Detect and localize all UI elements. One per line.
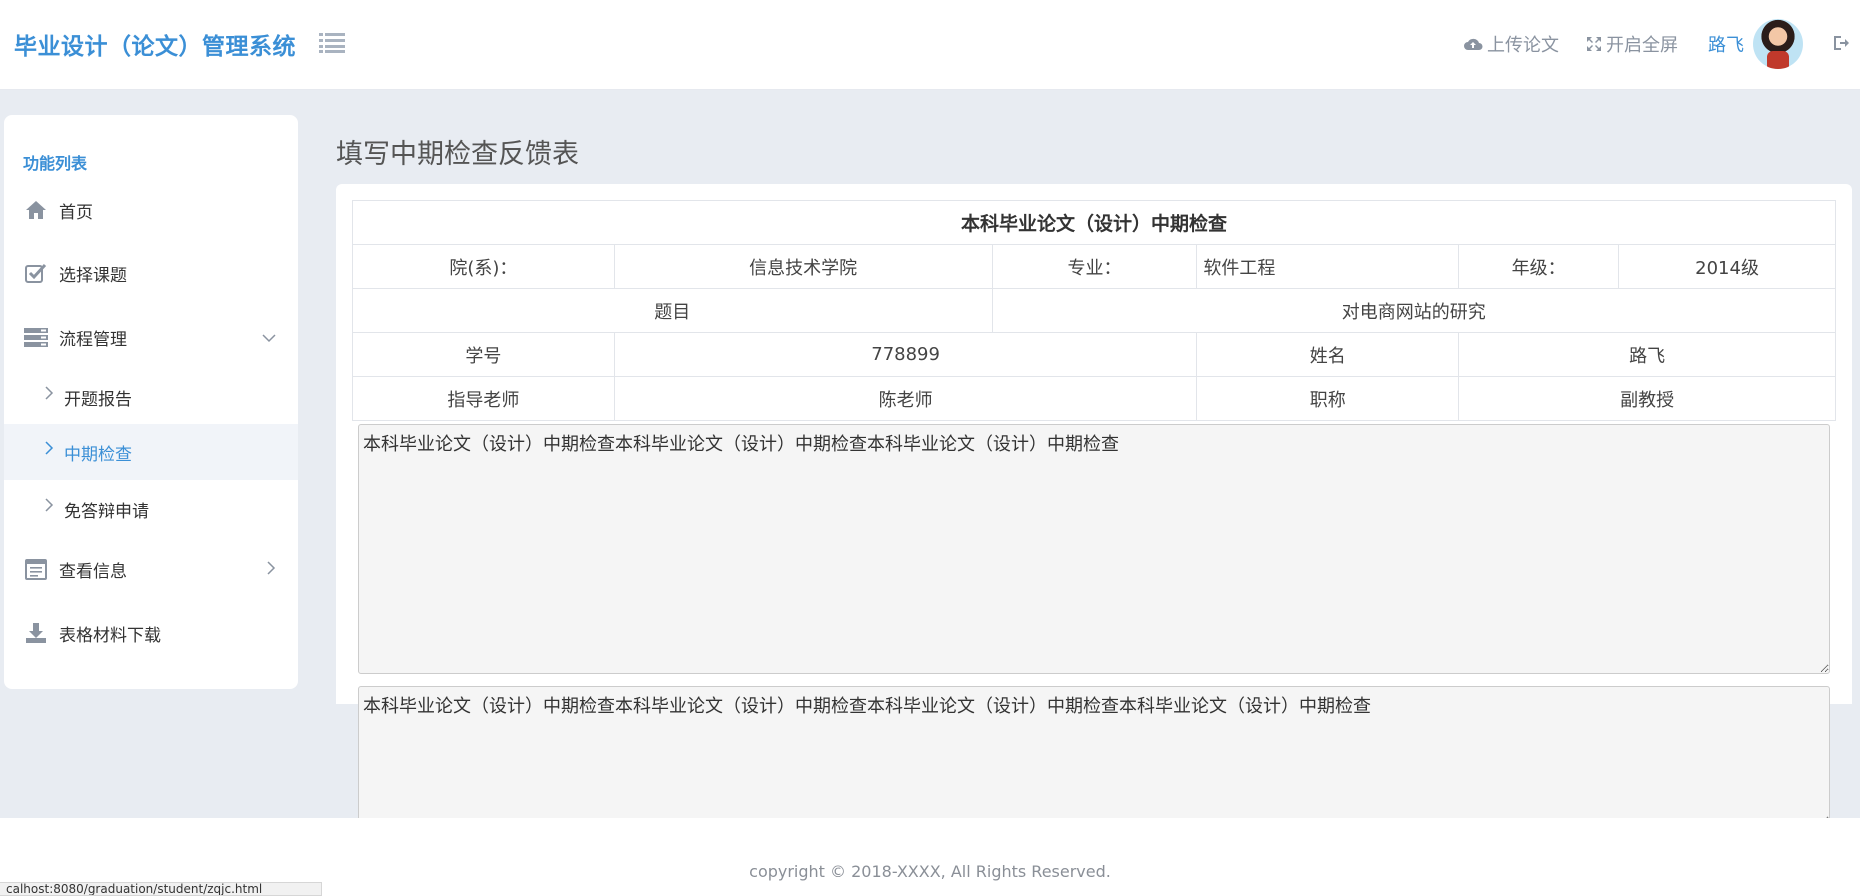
sidebar-item-label: 首页 <box>59 202 93 223</box>
grade-label: 年级： <box>1458 244 1620 289</box>
sidebar-subitem-midterm-check[interactable]: 中期检查 <box>4 424 298 480</box>
topic-label: 题目 <box>352 288 993 333</box>
sidebar-subitem-proposal-report[interactable]: 开题报告 <box>4 369 298 425</box>
advisor-label: 指导老师 <box>352 376 615 421</box>
student-id-value: 778899 <box>613 332 1198 377</box>
sidebar-toggle-list-icon[interactable] <box>319 31 345 53</box>
midterm-check-table: 本科毕业论文（设计）中期检查 院(系)： 信息技术学院 专业： 软件工程 年级：… <box>352 200 1837 421</box>
copyright-text: copyright © 2018-XXXX, All Rights Reserv… <box>749 862 1111 881</box>
name-value: 路飞 <box>1458 332 1836 377</box>
major-label: 专业： <box>991 244 1198 289</box>
table-caption: 本科毕业论文（设计）中期检查 <box>352 200 1836 245</box>
fullscreen-label: 开启全屏 <box>1606 35 1678 56</box>
logout-icon[interactable] <box>1832 34 1850 56</box>
sidebar-subitem-label: 免答辩申请 <box>64 502 149 522</box>
name-label: 姓名 <box>1196 332 1460 377</box>
chevron-right-icon <box>44 439 54 460</box>
prof-title-value: 副教授 <box>1458 376 1836 421</box>
home-icon <box>24 199 48 221</box>
sidebar-subitem-defense-exemption[interactable]: 免答辩申请 <box>4 481 298 537</box>
fullscreen-button[interactable]: 开启全屏 <box>1586 31 1678 57</box>
chevron-right-icon <box>266 560 276 579</box>
chevron-down-icon <box>262 328 276 347</box>
checkbox-checked-icon <box>24 262 48 284</box>
upload-thesis-button[interactable]: 上传论文 <box>1463 31 1559 57</box>
topic-value: 对电商网站的研究 <box>991 288 1837 333</box>
user-name[interactable]: 路飞 <box>1708 31 1744 57</box>
chevron-right-icon <box>44 496 54 517</box>
sidebar-item-label: 流程管理 <box>59 329 127 350</box>
cloud-upload-icon <box>1464 38 1483 50</box>
sidebar-item-home[interactable]: 首页 <box>4 182 298 238</box>
midterm-feedback-textarea-2[interactable]: 本科毕业论文（设计）中期检查本科毕业论文（设计）中期检查本科毕业论文（设计）中期… <box>358 686 1830 826</box>
server-icon <box>24 326 48 348</box>
advisor-value: 陈老师 <box>613 376 1198 421</box>
dept-value: 信息技术学院 <box>613 244 993 289</box>
sidebar-item-select-topic[interactable]: 选择课题 <box>4 245 298 301</box>
major-value: 软件工程 <box>1196 244 1460 289</box>
form-panel: 本科毕业论文（设计）中期检查 院(系)： 信息技术学院 专业： 软件工程 年级：… <box>336 184 1852 826</box>
sidebar-item-forms-download[interactable]: 表格材料下载 <box>4 605 298 661</box>
sidebar-item-label: 查看信息 <box>59 561 127 582</box>
grade-value: 2014级 <box>1618 244 1836 289</box>
sidebar-subitem-label: 中期检查 <box>64 445 132 465</box>
expand-icon <box>1587 37 1601 51</box>
sidebar-item-label: 表格材料下载 <box>59 625 161 646</box>
dept-label: 院(系)： <box>352 244 615 289</box>
prof-title-label: 职称 <box>1196 376 1460 421</box>
app-brand-title[interactable]: 毕业设计（论文）管理系统 <box>14 27 296 61</box>
student-id-label: 学号 <box>352 332 615 377</box>
sidebar-item-process-management[interactable]: 流程管理 <box>4 309 298 365</box>
page-title: 填写中期检查反馈表 <box>336 139 579 170</box>
download-icon <box>24 622 48 644</box>
browser-status-url: calhost:8080/graduation/student/zqjc.htm… <box>0 882 322 896</box>
top-header: 毕业设计（论文）管理系统 上传论文 开启全屏 路飞 <box>0 0 1860 90</box>
sidebar-subitem-label: 开题报告 <box>64 390 132 410</box>
sidebar-item-label: 选择课题 <box>59 265 127 286</box>
calendar-list-icon <box>24 558 48 580</box>
user-avatar[interactable] <box>1753 19 1803 69</box>
sidebar-item-view-info[interactable]: 查看信息 <box>4 541 298 597</box>
midterm-feedback-textarea-1[interactable]: 本科毕业论文（设计）中期检查本科毕业论文（设计）中期检查本科毕业论文（设计）中期… <box>358 424 1830 674</box>
sidebar-title: 功能列表 <box>23 154 88 173</box>
upload-thesis-label: 上传论文 <box>1487 35 1559 56</box>
chevron-right-icon <box>44 384 54 405</box>
